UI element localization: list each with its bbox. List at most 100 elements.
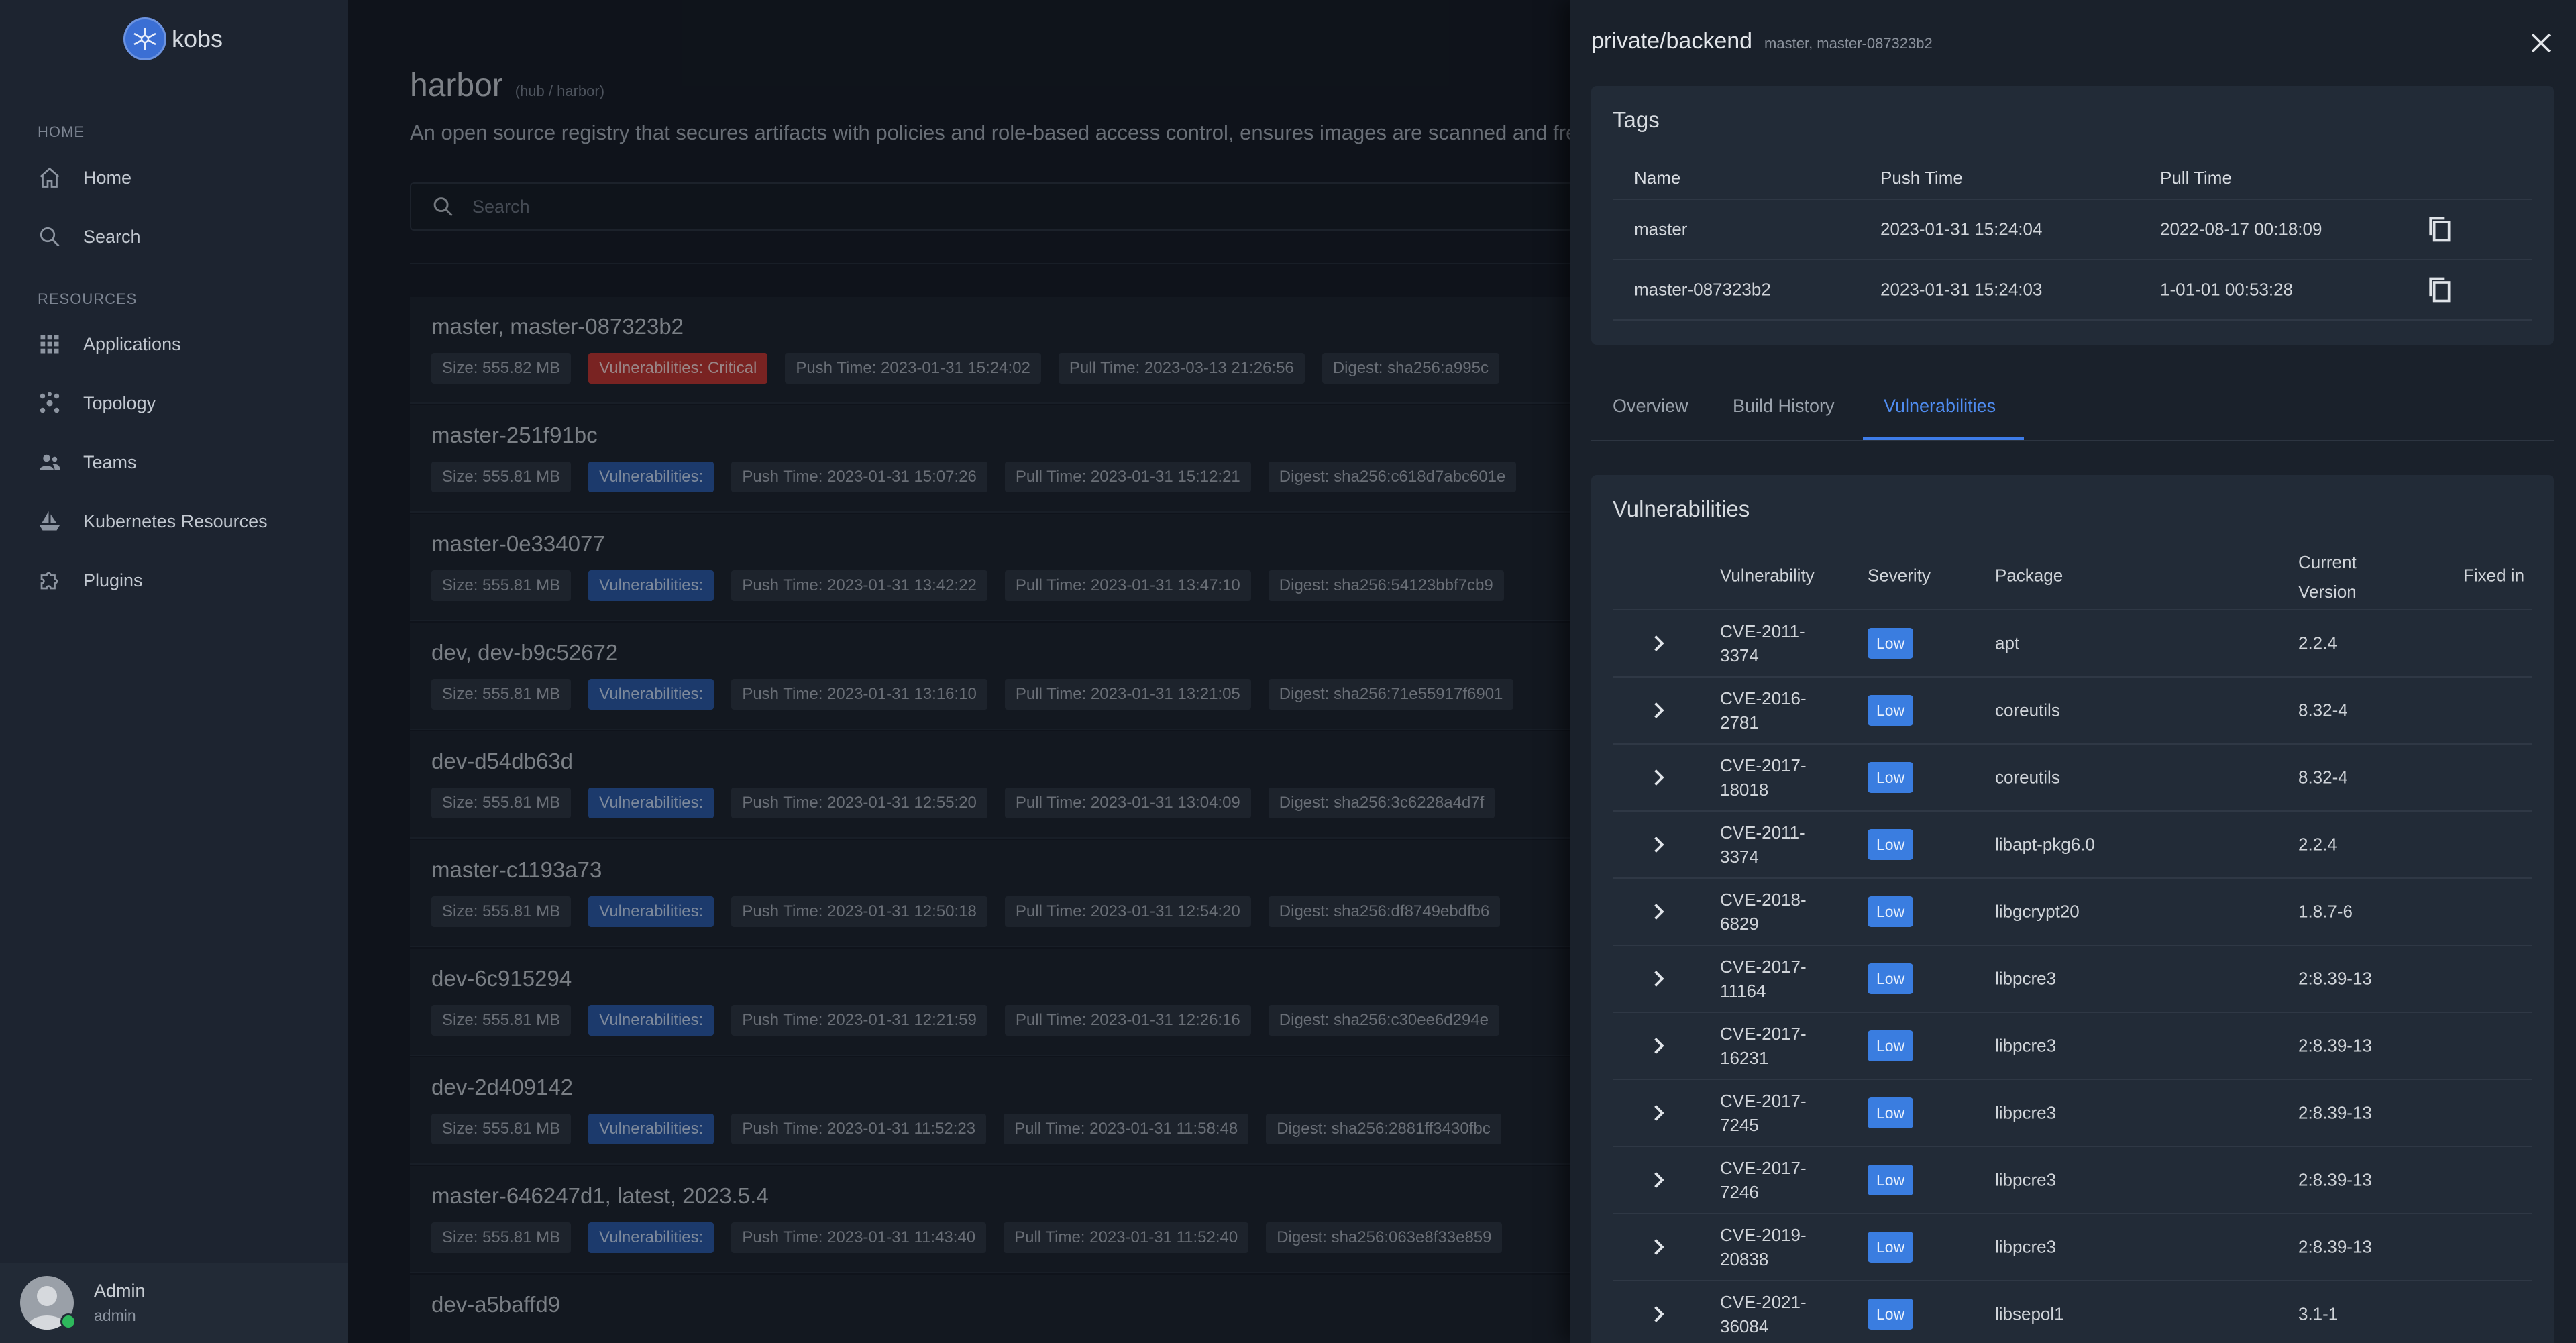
cve-id: CVE-2017- 18018 bbox=[1720, 753, 1807, 802]
search-icon bbox=[40, 227, 60, 247]
chevron-right-icon bbox=[1654, 1306, 1664, 1322]
detail-tabs: Overview Build History Vulnerabilities bbox=[1591, 381, 2554, 441]
close-button[interactable] bbox=[2526, 28, 2556, 58]
topology-icon bbox=[40, 392, 60, 413]
sidebar-item-teams[interactable]: Teams bbox=[38, 442, 137, 482]
cve-id: CVE-2011- 3374 bbox=[1720, 820, 1805, 869]
chevron-right-icon bbox=[1654, 1105, 1664, 1121]
chevron-right-icon bbox=[1654, 769, 1664, 786]
copy-button[interactable] bbox=[2424, 275, 2454, 305]
cve-id: CVE-2016- 2781 bbox=[1720, 686, 1807, 735]
current-version: 2:8.39-13 bbox=[2298, 1035, 2372, 1056]
current-version: 2:8.39-13 bbox=[2298, 968, 2372, 989]
cve-id: CVE-2017- 11164 bbox=[1720, 955, 1807, 1003]
cve-id: CVE-2017- 7245 bbox=[1720, 1089, 1807, 1137]
copy-button[interactable] bbox=[2424, 215, 2454, 244]
cve-id: CVE-2021- 36084 bbox=[1720, 1290, 1807, 1338]
sidebar-item-plugins[interactable]: Plugins bbox=[38, 560, 143, 600]
cve-id-line2: 36084 bbox=[1720, 1316, 1769, 1336]
sidebar-item-home[interactable]: Home bbox=[38, 158, 131, 198]
table-row: master 2023-01-31 15:24:04 2022-08-17 00… bbox=[1613, 200, 2532, 260]
severity-badge: Low bbox=[1868, 896, 1914, 927]
cve-id-line1: CVE-2017- bbox=[1720, 755, 1807, 775]
brand-name: kobs bbox=[172, 25, 223, 52]
column-header-current-version: Current Version bbox=[2298, 547, 2357, 606]
table-row: CVE-2021- 36084 Low libsepol1 3.1-1 bbox=[1613, 1281, 2532, 1343]
sidebar-item-label: Home bbox=[83, 167, 132, 188]
cve-id-line2: 11164 bbox=[1720, 981, 1766, 1001]
cve-id-line2: 7246 bbox=[1720, 1182, 1759, 1202]
cve-id-line1: CVE-2017- bbox=[1720, 957, 1807, 977]
cve-id-line1: CVE-2017- bbox=[1720, 1158, 1807, 1178]
table-row: CVE-2017- 11164 Low libpcre3 2:8.39-13 bbox=[1613, 946, 2532, 1013]
sidebar-item-label: Search bbox=[83, 226, 141, 247]
severity-badge: Low bbox=[1868, 628, 1914, 659]
chevron-right-icon bbox=[1654, 971, 1664, 987]
expand-row-button[interactable] bbox=[1646, 1302, 1670, 1326]
section-label-home: HOME bbox=[38, 123, 85, 140]
table-row: CVE-2017- 16231 Low libpcre3 2:8.39-13 bbox=[1613, 1013, 2532, 1080]
tag-pull-time: 1-01-01 00:53:28 bbox=[2160, 279, 2294, 300]
expand-row-button[interactable] bbox=[1646, 1101, 1670, 1125]
table-row: CVE-2018- 6829 Low libgcrypt20 1.8.7-6 bbox=[1613, 879, 2532, 946]
current-version: 2.2.4 bbox=[2298, 633, 2337, 653]
chevron-right-icon bbox=[1654, 635, 1664, 651]
column-header-push-time: Push Time bbox=[1880, 168, 1963, 188]
cve-id: CVE-2018- 6829 bbox=[1720, 888, 1807, 936]
severity-badge: Low bbox=[1868, 1030, 1914, 1061]
sidebar-item-kubernetes-resources[interactable]: Kubernetes Resources bbox=[38, 501, 268, 541]
cve-id-line1: CVE-2011- bbox=[1720, 822, 1805, 843]
package-name: libgcrypt20 bbox=[1995, 901, 2080, 922]
sidebar: kobs HOME Home Search RESOURCES Applicat… bbox=[0, 0, 348, 1343]
sidebar-item-topology[interactable]: Topology bbox=[38, 383, 156, 423]
expand-row-button[interactable] bbox=[1646, 832, 1670, 857]
tab-overview[interactable]: Overview bbox=[1613, 396, 1688, 417]
table-row: CVE-2017- 7246 Low libpcre3 2:8.39-13 bbox=[1613, 1147, 2532, 1214]
cve-id: CVE-2017- 16231 bbox=[1720, 1022, 1807, 1070]
current-version: 2:8.39-13 bbox=[2298, 1236, 2372, 1257]
brand-logo[interactable]: kobs bbox=[123, 17, 223, 60]
user-role: admin bbox=[94, 1307, 136, 1324]
user-info: Admin admin bbox=[94, 1281, 146, 1325]
ship-icon bbox=[40, 511, 60, 531]
expand-row-button[interactable] bbox=[1646, 1168, 1670, 1192]
package-name: libsepol1 bbox=[1995, 1303, 2064, 1324]
expand-row-button[interactable] bbox=[1646, 765, 1670, 790]
expand-row-button[interactable] bbox=[1646, 900, 1670, 924]
expand-row-button[interactable] bbox=[1646, 1235, 1670, 1259]
table-row: CVE-2011- 3374 Low apt 2.2.4 bbox=[1613, 610, 2532, 678]
sidebar-item-search[interactable]: Search bbox=[38, 217, 141, 257]
tag-name: master bbox=[1634, 219, 1688, 239]
package-name: libpcre3 bbox=[1995, 1169, 2057, 1190]
chevron-right-icon bbox=[1654, 904, 1664, 920]
user-menu[interactable]: Admin admin bbox=[0, 1263, 348, 1343]
sidebar-item-label: Topology bbox=[83, 392, 156, 413]
vulnerabilities-panel: Vulnerabilities Vulnerability Severity P… bbox=[1591, 475, 2554, 1343]
sidebar-item-label: Kubernetes Resources bbox=[83, 511, 268, 531]
severity-badge: Low bbox=[1868, 1097, 1914, 1128]
sidebar-item-applications[interactable]: Applications bbox=[38, 324, 181, 364]
column-header-current-version-line2: Version bbox=[2298, 582, 2357, 602]
teams-icon bbox=[40, 454, 60, 470]
cve-id-line2: 3374 bbox=[1720, 847, 1759, 867]
tab-build-history[interactable]: Build History bbox=[1733, 396, 1835, 417]
tab-vulnerabilities[interactable]: Vulnerabilities bbox=[1884, 396, 1996, 417]
drawer-subtitle: master, master-087323b2 bbox=[1764, 35, 1933, 52]
user-name: Admin bbox=[94, 1281, 146, 1301]
tag-push-time: 2023-01-31 15:24:04 bbox=[1880, 219, 2043, 239]
expand-row-button[interactable] bbox=[1646, 631, 1670, 655]
table-row: CVE-2017- 18018 Low coreutils 8.32-4 bbox=[1613, 745, 2532, 812]
expand-row-button[interactable] bbox=[1646, 1034, 1670, 1058]
column-header-vulnerability: Vulnerability bbox=[1720, 565, 1815, 586]
copy-icon bbox=[2429, 277, 2451, 303]
table-row: CVE-2011- 3374 Low libapt-pkg6.0 2.2.4 bbox=[1613, 812, 2532, 879]
artifact-details-drawer: private/backend master, master-087323b2 … bbox=[1570, 0, 2576, 1343]
cve-id-line2: 3374 bbox=[1720, 645, 1759, 665]
column-header-package: Package bbox=[1995, 565, 2063, 586]
table-header-row: Vulnerability Severity Package Current V… bbox=[1613, 542, 2532, 610]
expand-row-button[interactable] bbox=[1646, 698, 1670, 722]
column-header-fixed-in: Fixed in bbox=[2463, 565, 2525, 586]
sidebar-item-label: Plugins bbox=[83, 570, 143, 590]
tags-title: Tags bbox=[1613, 107, 1660, 132]
expand-row-button[interactable] bbox=[1646, 967, 1670, 991]
